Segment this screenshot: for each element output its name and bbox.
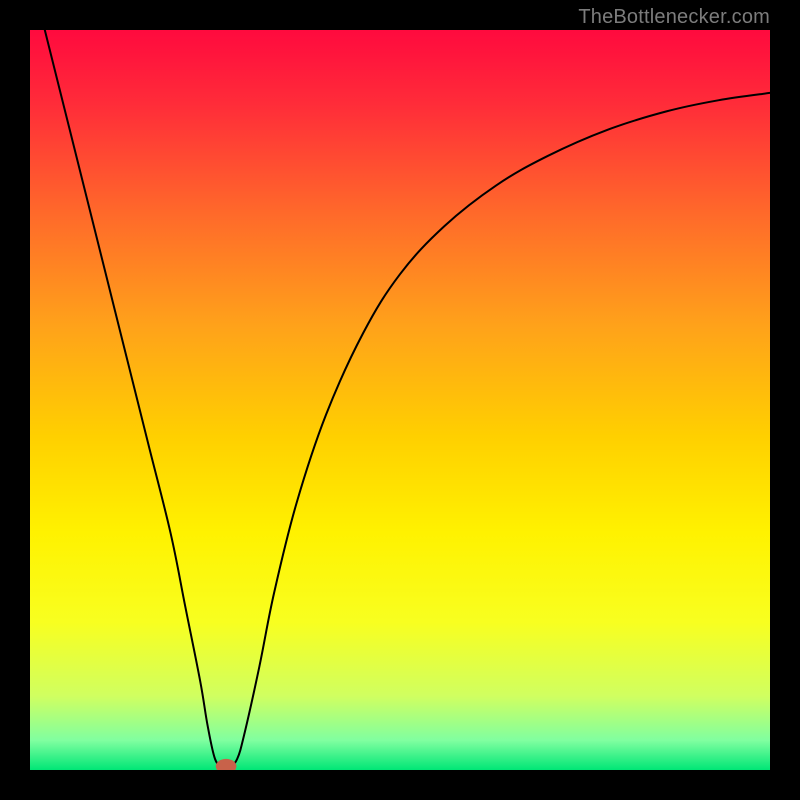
chart-background xyxy=(30,30,770,770)
chart-frame xyxy=(30,30,770,770)
bottleneck-chart xyxy=(30,30,770,770)
attribution-label: TheBottlenecker.com xyxy=(578,6,770,29)
